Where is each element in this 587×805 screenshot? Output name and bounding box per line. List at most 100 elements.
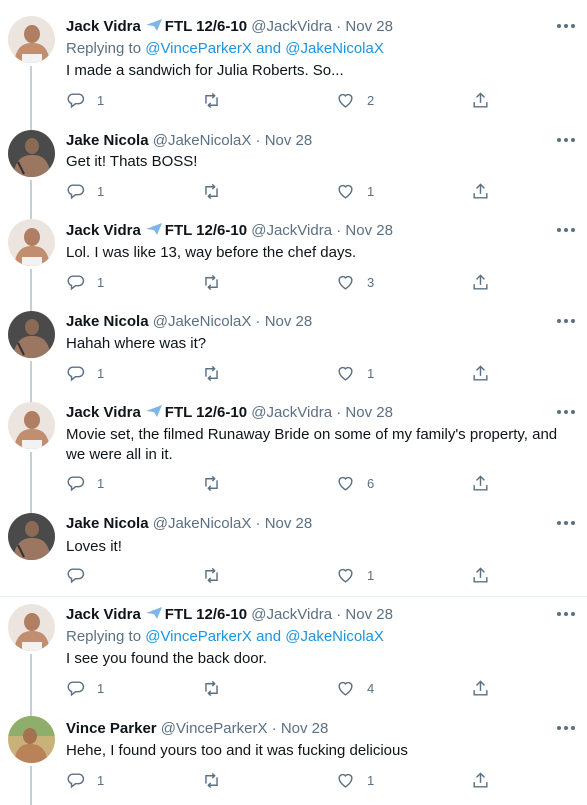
- more-options-icon[interactable]: [557, 225, 575, 235]
- tweet[interactable]: Jack Vidra FTL 12/6-10 @JackVidra · Nov 2…: [0, 216, 587, 307]
- more-options-icon[interactable]: [557, 21, 575, 31]
- tweet-actions: 1 2: [66, 90, 496, 110]
- display-name[interactable]: Jake Nicola: [66, 515, 149, 532]
- retweet-button[interactable]: [202, 90, 233, 110]
- reply-button[interactable]: 1: [66, 770, 104, 790]
- airplane-icon: [145, 17, 163, 33]
- user-handle[interactable]: @JakeNicolaX: [153, 313, 252, 330]
- retweet-button[interactable]: [202, 363, 233, 383]
- retweet-button[interactable]: [202, 473, 233, 493]
- avatar[interactable]: [8, 513, 55, 560]
- more-options-icon[interactable]: [557, 609, 575, 619]
- reply-button[interactable]: 1: [66, 363, 104, 383]
- more-options-icon[interactable]: [557, 723, 575, 733]
- mention-and[interactable]: and: [256, 40, 281, 57]
- retweet-button[interactable]: [202, 181, 233, 201]
- avatar[interactable]: [8, 604, 55, 651]
- tweet-date[interactable]: Nov 28: [345, 606, 393, 623]
- share-button[interactable]: [471, 181, 490, 201]
- more-options-icon[interactable]: [557, 135, 575, 145]
- tweet[interactable]: Jack Vidra FTL 12/6-10 @JackVidra · Nov 2…: [0, 397, 587, 508]
- avatar[interactable]: [8, 16, 55, 63]
- reply-button[interactable]: 1: [66, 272, 104, 292]
- like-button[interactable]: 1: [336, 363, 374, 383]
- display-name[interactable]: Jack Vidra: [66, 222, 141, 239]
- display-name[interactable]: Jack Vidra: [66, 606, 141, 623]
- retweet-button[interactable]: [202, 770, 233, 790]
- share-button[interactable]: [471, 678, 490, 698]
- tweet-date[interactable]: Nov 28: [265, 515, 313, 532]
- thread-line: [30, 708, 32, 716]
- display-name[interactable]: Jake Nicola: [66, 313, 149, 330]
- retweet-button[interactable]: [202, 678, 233, 698]
- tweet[interactable]: Jack Vidra FTL 12/6-10 @JackVidra · Nov 2…: [0, 0, 587, 125]
- more-options-icon[interactable]: [557, 316, 575, 326]
- like-button[interactable]: 2: [336, 90, 374, 110]
- tweet-date[interactable]: Nov 28: [265, 132, 313, 149]
- like-button[interactable]: 3: [336, 272, 374, 292]
- user-handle[interactable]: @JackVidra: [251, 606, 332, 623]
- separator-dot: ·: [336, 606, 342, 623]
- tweet[interactable]: Jake Nicola @JakeNicolaX · Nov 28 Get it…: [0, 125, 587, 216]
- like-button[interactable]: 4: [336, 678, 374, 698]
- retweet-button[interactable]: [202, 565, 233, 585]
- mention-link[interactable]: @VinceParkerX: [145, 40, 252, 57]
- mention-link[interactable]: @JakeNicolaX: [285, 40, 384, 57]
- user-handle[interactable]: @JakeNicolaX: [153, 132, 252, 149]
- avatar[interactable]: [8, 402, 55, 449]
- avatar[interactable]: [8, 130, 55, 177]
- like-button[interactable]: 1: [336, 565, 374, 585]
- share-button[interactable]: [471, 770, 490, 790]
- avatar[interactable]: [8, 219, 55, 266]
- tweet-date[interactable]: Nov 28: [265, 313, 313, 330]
- avatar[interactable]: [8, 716, 55, 763]
- reply-button[interactable]: [66, 565, 97, 585]
- mention-link[interactable]: @JakeNicolaX: [285, 628, 384, 645]
- share-button[interactable]: [471, 272, 490, 292]
- share-button[interactable]: [471, 565, 490, 585]
- tweet-actions: 1 3: [66, 272, 496, 292]
- reply-button[interactable]: 1: [66, 181, 104, 201]
- more-options-icon[interactable]: [557, 407, 575, 417]
- user-handle[interactable]: @JakeNicolaX: [153, 515, 252, 532]
- tweet-date[interactable]: Nov 28: [345, 18, 393, 35]
- share-button[interactable]: [471, 90, 490, 110]
- heart-icon: [338, 476, 353, 491]
- mention-link[interactable]: @VinceParkerX: [145, 628, 252, 645]
- more-options-icon[interactable]: [557, 518, 575, 528]
- display-name[interactable]: Jack Vidra: [66, 18, 141, 35]
- tweet[interactable]: Vince Parker @VinceParkerX · Nov 28 Hehe…: [0, 708, 587, 805]
- like-button[interactable]: 6: [336, 473, 374, 493]
- tweet[interactable]: Jake Nicola @JakeNicolaX · Nov 28 Hahah …: [0, 307, 587, 397]
- share-button[interactable]: [471, 473, 490, 493]
- mention-and[interactable]: and: [256, 628, 281, 645]
- tweet-date[interactable]: Nov 28: [345, 222, 393, 239]
- reply-button[interactable]: 1: [66, 678, 104, 698]
- tweet-date[interactable]: Nov 28: [345, 404, 393, 421]
- user-handle[interactable]: @JackVidra: [251, 222, 332, 239]
- display-name[interactable]: Vince Parker: [66, 720, 157, 737]
- thread-line: [30, 452, 32, 508]
- tweet-date[interactable]: Nov 28: [281, 720, 329, 737]
- separator-dot: ·: [336, 222, 342, 239]
- tweet[interactable]: Jake Nicola @JakeNicolaX · Nov 28 Loves …: [0, 508, 587, 596]
- user-handle[interactable]: @VinceParkerX: [161, 720, 268, 737]
- share-button[interactable]: [471, 363, 490, 383]
- retweet-icon: [205, 92, 218, 108]
- retweet-button[interactable]: [202, 272, 233, 292]
- reply-button[interactable]: 1: [66, 473, 104, 493]
- user-handle[interactable]: @JackVidra: [251, 404, 332, 421]
- avatar[interactable]: [8, 311, 55, 358]
- display-name[interactable]: Jack Vidra: [66, 404, 141, 421]
- tweet-text: I see you found the back door.: [66, 650, 267, 667]
- airplane-icon: [145, 403, 163, 419]
- user-handle[interactable]: @JackVidra: [251, 18, 332, 35]
- heart-icon: [338, 93, 353, 108]
- display-name[interactable]: Jake Nicola: [66, 132, 149, 149]
- like-button[interactable]: 1: [336, 770, 374, 790]
- like-button[interactable]: 1: [336, 181, 374, 201]
- tweet-text: I made a sandwich for Julia Roberts. So.…: [66, 62, 344, 79]
- heart-icon: [338, 275, 353, 290]
- tweet[interactable]: Jack Vidra FTL 12/6-10 @JackVidra · Nov 2…: [0, 597, 587, 708]
- reply-button[interactable]: 1: [66, 90, 104, 110]
